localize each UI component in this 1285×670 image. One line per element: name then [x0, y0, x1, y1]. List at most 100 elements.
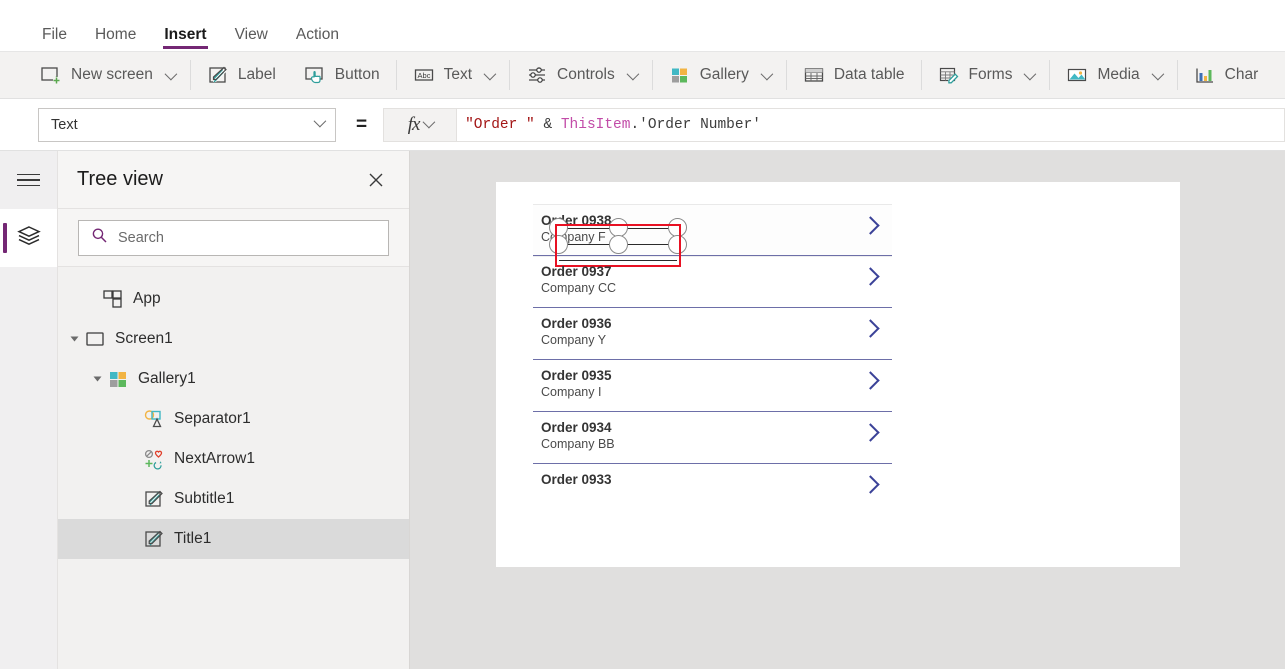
fx-button[interactable]: fx: [383, 107, 458, 142]
charts-button[interactable]: Char: [1180, 52, 1273, 98]
gallery-row[interactable]: Order 0933: [533, 464, 892, 515]
tree-node-gallery1[interactable]: Gallery1: [58, 359, 409, 399]
forms-icon: [938, 65, 960, 85]
work-area: Tree view Search App Screen1 Gallery1 Se…: [0, 151, 1285, 669]
app-canvas[interactable]: Order 0938 Company F Order 0937 Company …: [410, 151, 1285, 669]
gallery-row[interactable]: Order 0937 Company CC: [533, 256, 892, 308]
tree-view-layers-icon: [16, 223, 42, 254]
new-screen-button[interactable]: New screen: [26, 52, 188, 98]
resize-handle-bottom-right[interactable]: [668, 235, 687, 254]
chevron-down-icon[interactable]: [164, 67, 178, 80]
new-screen-icon: [40, 65, 62, 85]
chevron-down-icon[interactable]: [313, 114, 327, 128]
controls-button[interactable]: Controls: [512, 52, 650, 98]
close-icon[interactable]: [365, 169, 387, 191]
tree-node-app[interactable]: App: [58, 279, 409, 319]
label-label: Label: [237, 66, 276, 83]
chevron-down-icon[interactable]: [1151, 67, 1164, 80]
label-icon: [207, 65, 229, 85]
menu-item-action[interactable]: Action: [282, 26, 353, 52]
shapes-icon: [143, 408, 165, 430]
formula-token-keyword: ThisItem: [560, 116, 631, 133]
label-icon: [143, 488, 165, 510]
menu-item-home[interactable]: Home: [81, 26, 150, 52]
gallery-row[interactable]: Order 0936 Company Y: [533, 308, 892, 360]
ribbon-divider: [785, 60, 787, 90]
gallery1[interactable]: Order 0938 Company F Order 0937 Company …: [533, 204, 892, 515]
forms-label: Forms: [968, 66, 1013, 83]
button-icon: [304, 65, 326, 85]
menu-item-insert[interactable]: Insert: [150, 26, 220, 52]
row-title: Order 0936: [541, 316, 612, 331]
media-label: Media: [1097, 66, 1140, 83]
formula-token-operator: &: [543, 116, 561, 133]
svg-text:Abc: Abc: [417, 71, 430, 80]
left-rail: [0, 151, 58, 669]
new-screen-label: New screen: [71, 66, 153, 83]
row-subtitle: Company CC: [541, 281, 617, 295]
menu-toggle-button[interactable]: [0, 151, 57, 209]
row-title: Order 0933: [541, 472, 612, 487]
forms-button[interactable]: Forms: [924, 52, 1048, 98]
tree-node-title1[interactable]: Title1: [58, 519, 409, 559]
ribbon-divider: [1049, 60, 1051, 90]
chevron-down-icon[interactable]: [626, 67, 640, 80]
tree-node-subtitle1[interactable]: Subtitle1: [58, 479, 409, 519]
gallery-button[interactable]: Gallery: [655, 52, 784, 98]
rail-item-tree-view[interactable]: [0, 209, 57, 267]
screen1-surface[interactable]: Order 0938 Company F Order 0937 Company …: [496, 182, 1180, 567]
menu-icon: [17, 170, 40, 191]
row-title: Order 0935: [541, 368, 612, 383]
tree-node-label: NextArrow1: [174, 450, 255, 467]
label-button[interactable]: Label: [193, 52, 290, 98]
row-subtitle: Company I: [541, 385, 602, 399]
tree-node-screen1[interactable]: Screen1: [58, 319, 409, 359]
gallery-row[interactable]: Order 0935 Company I: [533, 360, 892, 412]
formula-token-string: "Order ": [465, 116, 544, 133]
gallery-squares-icon: [107, 368, 129, 390]
row-title: Order 0937: [541, 264, 612, 279]
gallery-row[interactable]: Order 0938 Company F: [533, 204, 892, 267]
tree-view-panel: Tree view Search App Screen1 Gallery1 Se…: [58, 151, 410, 669]
button-button[interactable]: Button: [290, 52, 394, 98]
resize-handle-bottom-center[interactable]: [609, 235, 628, 254]
formula-bar: Text = fx "Order " & ThisItem .'Order Nu…: [0, 99, 1285, 151]
menu-item-view[interactable]: View: [221, 26, 282, 52]
chevron-expanded-icon[interactable]: [70, 336, 79, 342]
chevron-expanded-icon[interactable]: [93, 376, 102, 382]
ribbon-divider: [920, 60, 922, 90]
tree-node-nextarrow1[interactable]: NextArrow1: [58, 439, 409, 479]
gallery-squares-icon: [669, 65, 691, 85]
equals-sign: =: [356, 113, 368, 135]
text-button[interactable]: Abc Text: [399, 52, 507, 98]
ribbon-divider: [651, 60, 653, 90]
tree-search-row: Search: [58, 209, 409, 267]
data-table-label: Data table: [833, 66, 905, 83]
gallery-label: Gallery: [699, 66, 749, 83]
charts-label: Char: [1224, 66, 1259, 83]
tree-view-header: Tree view: [58, 151, 409, 209]
resize-handle-bottom-left[interactable]: [549, 235, 568, 254]
chevron-down-icon[interactable]: [760, 67, 774, 80]
property-select-value: Text: [51, 116, 78, 133]
tree-node-label: App: [133, 290, 161, 307]
row-subtitle: Company BB: [541, 437, 615, 451]
chevron-down-icon[interactable]: [483, 67, 497, 80]
chevron-down-icon[interactable]: [423, 115, 436, 128]
text-abc-icon: Abc: [413, 65, 435, 85]
fx-label: fx: [407, 113, 421, 135]
label-icon: [143, 528, 165, 550]
tree-node-label: Screen1: [115, 330, 173, 347]
media-image-icon: [1066, 65, 1088, 85]
screen-icon: [84, 328, 106, 350]
property-select[interactable]: Text: [38, 107, 336, 142]
menu-item-file[interactable]: File: [28, 26, 81, 52]
gallery-row[interactable]: Order 0934 Company BB: [533, 412, 892, 464]
ribbon-divider: [395, 60, 397, 90]
search-input[interactable]: Search: [78, 219, 389, 256]
media-button[interactable]: Media: [1052, 52, 1174, 98]
formula-input[interactable]: "Order " & ThisItem .'Order Number': [457, 107, 1285, 142]
chevron-down-icon[interactable]: [1024, 67, 1037, 80]
tree-node-separator1[interactable]: Separator1: [58, 399, 409, 439]
data-table-button[interactable]: Data table: [789, 52, 919, 98]
